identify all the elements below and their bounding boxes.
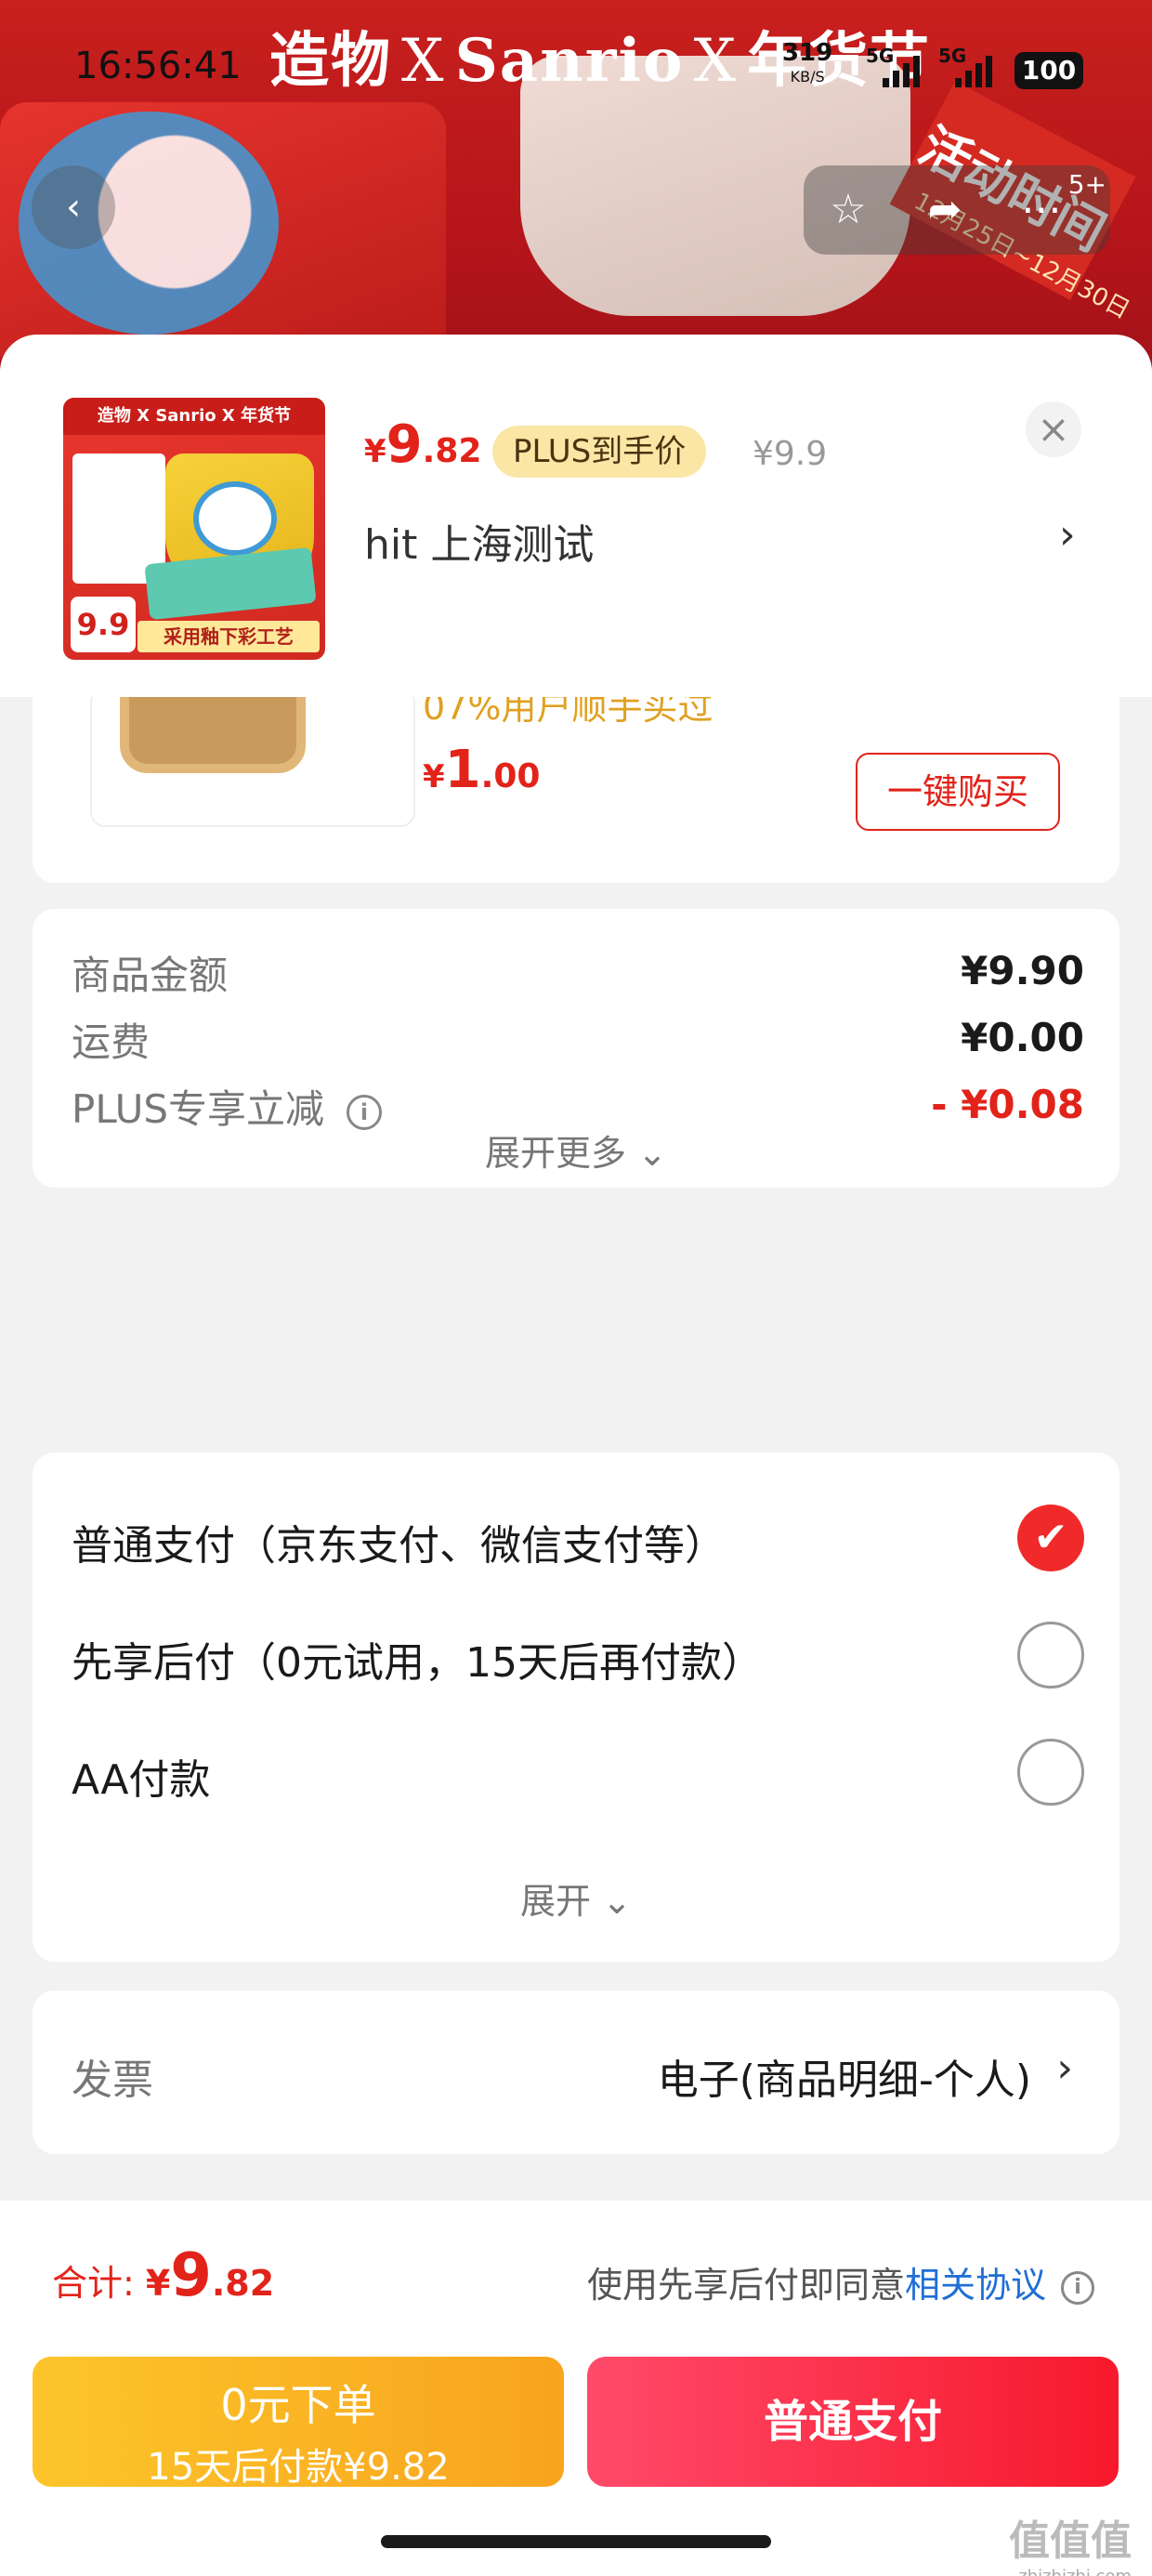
info-icon[interactable]: i bbox=[1061, 2270, 1094, 2305]
payment-option-aa[interactable]: AA付款 bbox=[72, 1739, 1084, 1806]
agreement-link[interactable]: 相关协议 bbox=[905, 2265, 1046, 2306]
close-button[interactable]: × bbox=[1026, 401, 1081, 457]
agreement-text: 使用先享后付即同意相关协议 i bbox=[587, 2256, 1094, 2307]
product-thumbnail: 造物 X Sanrio X 年货节 9.9 采用釉下彩工艺 bbox=[63, 398, 325, 660]
original-price: ¥9.9 bbox=[753, 435, 828, 473]
payment-card: 普通支付（京东支付、微信支付等） ✔ 先享后付（0元试用，15天后再付款） AA… bbox=[33, 1452, 1119, 1962]
chevron-right-icon[interactable]: › bbox=[1059, 511, 1076, 559]
invoice-row[interactable]: 发票 电子(商品明细-个人) › bbox=[33, 1991, 1119, 2154]
product-price: ¥9.82 bbox=[364, 414, 482, 475]
zero-yuan-order-button[interactable]: 0元下单 15天后付款¥9.82 bbox=[33, 2357, 564, 2489]
invoice-label: 发票 bbox=[72, 2057, 153, 2104]
chevron-down-icon: ⌄ bbox=[602, 1881, 632, 1922]
more-icon[interactable]: ⋯ bbox=[1015, 184, 1067, 236]
status-bar: 16:56:41 319 KB/S 5G 5G 100 bbox=[0, 37, 1152, 102]
payment-option-later[interactable]: 先享后付（0元试用，15天后再付款） bbox=[72, 1622, 1084, 1689]
favorite-star-icon[interactable]: ☆ bbox=[822, 184, 874, 236]
amount-row-subtotal: 商品金额 ¥9.90 bbox=[72, 948, 1084, 998]
watermark: 值值值zhizhizhi.com bbox=[1009, 2517, 1132, 2576]
total-price: 合计: ¥9.82 bbox=[52, 2241, 275, 2310]
top-action-group: ☆ ➦ ⋯ 5+ bbox=[804, 165, 1110, 255]
signal-icon bbox=[883, 56, 920, 87]
delivery-address[interactable]: hit 上海测试 bbox=[364, 511, 594, 571]
thumb-price: 9.9 bbox=[71, 597, 136, 652]
thumb-caption: 采用釉下彩工艺 bbox=[137, 621, 320, 652]
plus-price-tag: PLUS到手价 bbox=[492, 426, 707, 478]
battery-icon: 100 bbox=[1015, 52, 1083, 89]
status-time: 16:56:41 bbox=[74, 45, 242, 87]
radio-empty-icon[interactable] bbox=[1017, 1739, 1084, 1806]
expand-more-button[interactable]: 展开更多 ⌄ bbox=[33, 1124, 1119, 1176]
network-speed: 319 KB/S bbox=[782, 39, 833, 85]
normal-pay-button[interactable]: 普通支付 bbox=[587, 2357, 1119, 2487]
radio-empty-icon[interactable] bbox=[1017, 1622, 1084, 1689]
payment-option-normal[interactable]: 普通支付（京东支付、微信支付等） ✔ bbox=[72, 1505, 1084, 1571]
recommend-price: ¥1.00 bbox=[423, 740, 541, 800]
one-click-buy-button[interactable]: 一键购买 bbox=[856, 753, 1060, 831]
radio-checked-icon[interactable]: ✔ bbox=[1017, 1505, 1084, 1571]
back-arrow-icon: ‹ bbox=[66, 186, 81, 229]
close-icon: × bbox=[1037, 406, 1070, 452]
back-button[interactable]: ‹ bbox=[32, 165, 115, 249]
recommend-image bbox=[90, 688, 415, 827]
more-badge: 5+ bbox=[1067, 169, 1106, 200]
sheet-header: 造物 X Sanrio X 年货节 9.9 采用釉下彩工艺 ¥9.82 PLUS… bbox=[0, 335, 1152, 697]
amount-row-shipping: 运费 ¥0.00 bbox=[72, 1015, 1084, 1065]
invoice-value: 电子(商品明细-个人) bbox=[657, 2057, 1031, 2104]
home-indicator[interactable] bbox=[381, 2535, 771, 2548]
share-icon[interactable]: ➦ bbox=[919, 184, 971, 236]
chevron-down-icon: ⌄ bbox=[637, 1133, 667, 1174]
amount-card: 商品金额 ¥9.90 运费 ¥0.00 PLUS专享立减 i - ¥0.08 展开… bbox=[33, 909, 1119, 1188]
expand-button[interactable]: 展开 ⌄ bbox=[33, 1873, 1119, 1924]
checkout-bottom-bar: 合计: ¥9.82 使用先享后付即同意相关协议 i 0元下单 15天后付款¥9.8… bbox=[0, 2201, 1152, 2576]
chevron-right-icon: › bbox=[1056, 2044, 1073, 2092]
signal-icon-2 bbox=[955, 56, 992, 87]
